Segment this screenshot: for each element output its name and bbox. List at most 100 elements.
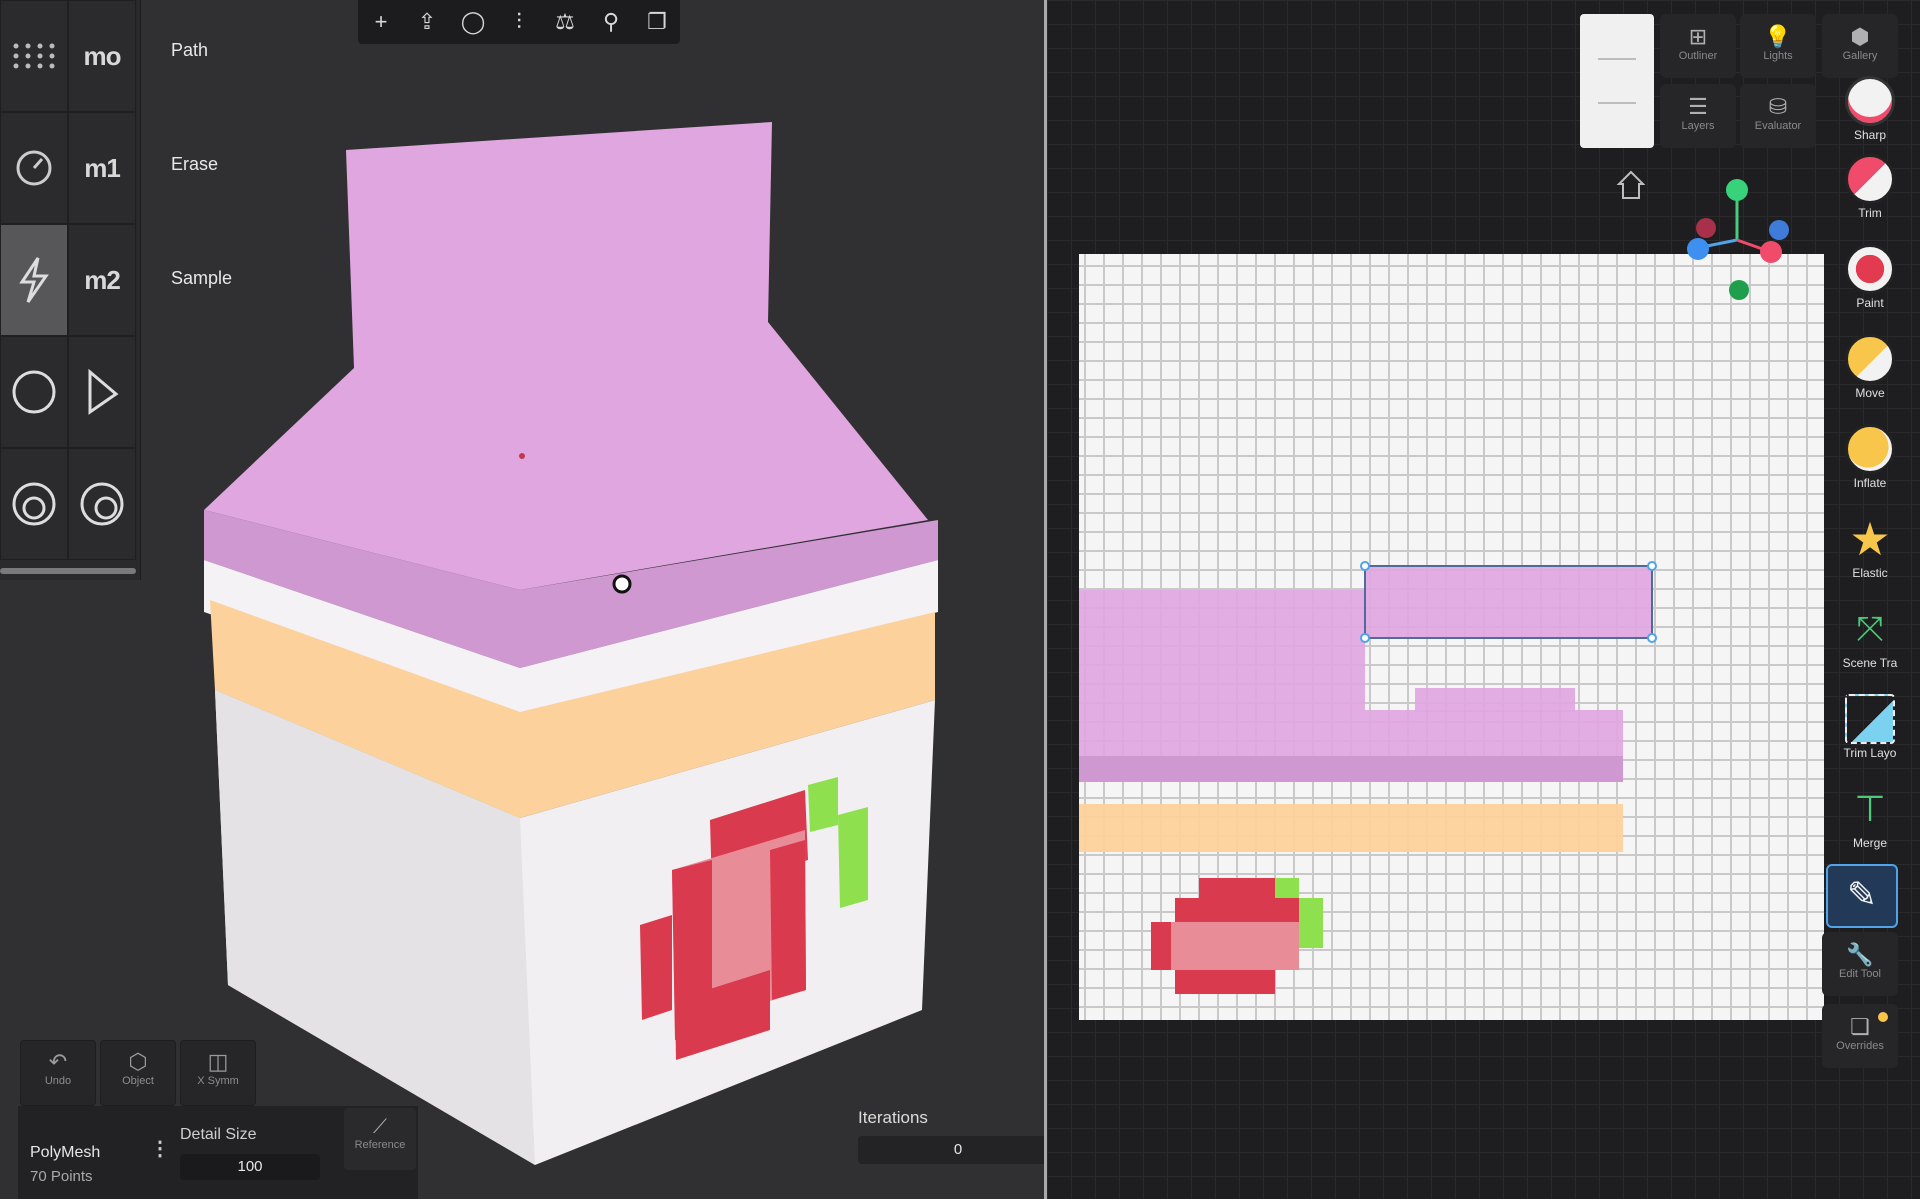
iterations-slider[interactable]: 0 <box>858 1136 1058 1164</box>
evaluator-label: Evaluator <box>1754 120 1802 132</box>
mesh-name: PolyMesh <box>30 1144 101 1161</box>
macro-m1-label: m1 <box>84 152 121 183</box>
layers-label: Layers <box>1681 120 1715 132</box>
move-tool[interactable]: Move <box>1822 330 1918 416</box>
scene-transform-label: Scene Tra <box>1842 656 1898 670</box>
pin-icon[interactable]: ⚲ <box>597 8 625 36</box>
trim-layout-icon <box>1845 694 1895 744</box>
iterations-value: 0 <box>953 1141 963 1158</box>
macro-m1-button[interactable]: m1 <box>68 112 136 224</box>
detail-size-label: Detail Size <box>180 1126 257 1143</box>
trim-layout-label: Trim Layo <box>1843 746 1897 760</box>
home-icon[interactable] <box>1616 170 1646 199</box>
overrides-label: Overrides <box>1836 1040 1884 1052</box>
inflate-label: Inflate <box>1853 476 1887 490</box>
wrench-icon: 🔧 <box>1846 942 1874 967</box>
sample-label[interactable]: Sample <box>171 268 232 289</box>
path-label[interactable]: Path <box>171 40 208 61</box>
tool-grid: mo m1 m2 <box>0 0 141 580</box>
view-preview-card[interactable] <box>1580 14 1654 148</box>
outliner-icon: ⊞ <box>1688 24 1708 49</box>
scene-transform-tool[interactable]: ⤧ Scene Tra <box>1822 600 1918 686</box>
edit-tool-label: Edit Tool <box>1839 968 1881 980</box>
edit-tool-button[interactable]: 🔧 Edit Tool <box>1822 932 1898 996</box>
macro-mo-label: mo <box>83 40 122 71</box>
top-toolbar: + ⇪ ◯ ⫶ ⚖ ⚲ ❐ <box>358 0 680 44</box>
reference-icon: ⟋ <box>373 1116 387 1138</box>
export-icon[interactable]: ⇪ <box>413 8 441 36</box>
pointer-select-button[interactable] <box>68 336 136 448</box>
reference-button[interactable]: ⟋ Reference <box>344 1108 416 1170</box>
undo-label: Undo <box>44 1075 72 1087</box>
mesh-info-panel: PolyMesh 70 Points ⋮ Detail Size 100 ⟋ R… <box>18 1106 418 1199</box>
viewport-3d[interactable] <box>0 0 1044 1199</box>
viewport-2d[interactable] <box>1047 0 1920 1199</box>
merge-icon: ⊤ <box>1854 788 1886 829</box>
trim-layout-tool[interactable]: Trim Layo <box>1822 690 1918 776</box>
more-options-icon[interactable]: ⋮ <box>150 1136 170 1161</box>
sharp-label: Sharp <box>1853 128 1887 142</box>
pen-icon: ✎ <box>1846 874 1878 915</box>
macro-m2-button[interactable]: m2 <box>68 224 136 336</box>
lights-label: Lights <box>1763 50 1793 62</box>
scene-transform-icon: ⤧ <box>1856 610 1884 648</box>
layers-icon: ☰ <box>1688 94 1708 119</box>
brush-orb-icon <box>12 482 56 526</box>
outliner-label: Outliner <box>1678 50 1718 62</box>
paint-tool[interactable]: Paint <box>1822 240 1918 326</box>
pointer-icon <box>88 368 119 415</box>
pen-tool-button[interactable]: ✎ <box>1826 864 1898 928</box>
sliders-icon[interactable]: ⫶ <box>505 8 533 36</box>
overrides-button[interactable]: ❏ Overrides <box>1822 1004 1898 1068</box>
tool-palette: Sharp Trim Paint Move Inflate ★ Elastic … <box>1822 0 1918 1070</box>
mirror-icon: ◫ <box>207 1049 229 1074</box>
erase-label[interactable]: Erase <box>171 154 218 175</box>
sculpt-brush-a-button[interactable] <box>0 448 68 560</box>
detail-size-slider[interactable]: 100 <box>180 1154 320 1180</box>
elastic-tool[interactable]: ★ Elastic <box>1822 510 1918 596</box>
layers-copy-icon[interactable]: ❐ <box>643 8 671 36</box>
layers-button[interactable]: ☰ Layers <box>1660 84 1736 148</box>
sharp-tool[interactable]: Sharp <box>1822 72 1918 158</box>
iterations-label: Iterations <box>858 1108 928 1127</box>
sphere-icon[interactable]: ◯ <box>459 8 487 36</box>
object-label: Object <box>122 1075 154 1087</box>
trim-tool[interactable]: Trim <box>1822 150 1918 236</box>
lightning-tool-button[interactable] <box>0 224 68 336</box>
circle-select-icon <box>12 370 56 414</box>
outliner-button[interactable]: ⊞ Outliner <box>1660 14 1736 78</box>
merge-label: Merge <box>1852 836 1887 850</box>
reference-label: Reference <box>354 1139 406 1151</box>
sculpt-brush-b-button[interactable] <box>68 448 136 560</box>
macro-m2-label: m2 <box>84 264 121 295</box>
mesh-points: 70 Points <box>30 1168 93 1185</box>
carton-model[interactable] <box>0 0 1044 1199</box>
circle-select-button[interactable] <box>0 336 68 448</box>
iterations-panel: Iterations 0 <box>858 1108 1058 1168</box>
evaluator-button[interactable]: ⛁ Evaluator <box>1740 84 1816 148</box>
symmetry-icon[interactable]: ⚖ <box>551 8 579 36</box>
star-icon: ★ <box>1849 513 1891 565</box>
brush-swirl-icon <box>80 482 124 526</box>
undo-icon: ↶ <box>48 1049 68 1074</box>
merge-tool[interactable]: ⊤ Merge <box>1822 780 1918 866</box>
inflate-tool[interactable]: Inflate <box>1822 420 1918 506</box>
tool-grid-scrollbar[interactable] <box>0 568 136 574</box>
gauge-icon <box>16 150 52 186</box>
cube-icon: ⬡ <box>128 1049 148 1074</box>
lights-button[interactable]: 💡 Lights <box>1740 14 1816 78</box>
plus-icon[interactable]: + <box>367 8 395 36</box>
move-label: Move <box>1855 386 1885 400</box>
elastic-label: Elastic <box>1852 566 1888 580</box>
pixel-grid-canvas[interactable] <box>1047 0 1920 1199</box>
apps-grid-button[interactable] <box>0 0 68 112</box>
evaluator-icon: ⛁ <box>1768 94 1788 119</box>
object-button[interactable]: ⬡ Object <box>100 1040 176 1106</box>
detail-size-value: 100 <box>237 1158 263 1175</box>
lightning-icon <box>19 257 49 303</box>
macro-mo-button[interactable]: mo <box>68 0 136 112</box>
x-symm-button[interactable]: ◫ X Symm <box>180 1040 256 1106</box>
paint-label: Paint <box>1856 296 1884 310</box>
undo-button[interactable]: ↶ Undo <box>20 1040 96 1106</box>
gauge-tool-button[interactable] <box>0 112 68 224</box>
